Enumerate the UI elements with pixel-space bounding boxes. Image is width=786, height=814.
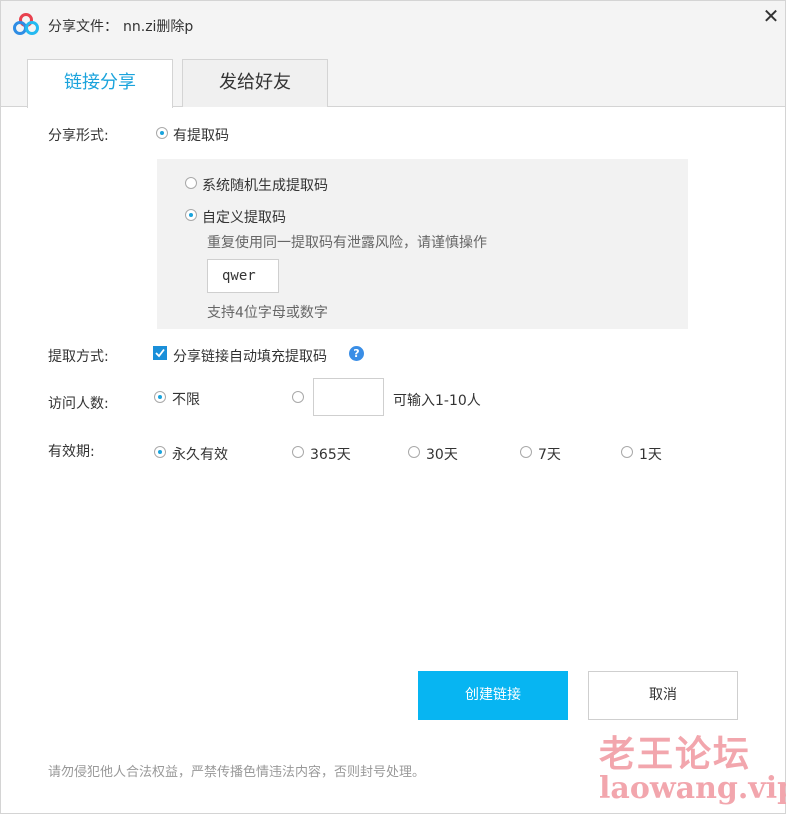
- radio-with-code[interactable]: [156, 127, 168, 139]
- radio-validity-1[interactable]: [621, 446, 633, 458]
- watermark-cn: 老王论坛: [599, 733, 752, 775]
- baidu-netdisk-logo-icon: [13, 13, 39, 35]
- share-form-label: 分享形式:: [48, 128, 109, 144]
- radio-validity-365[interactable]: [292, 446, 304, 458]
- radio-custom-code[interactable]: [185, 209, 197, 221]
- validity-7-label: 7天: [538, 447, 561, 463]
- radio-validity-7[interactable]: [520, 446, 532, 458]
- cancel-button[interactable]: 取消: [588, 671, 738, 720]
- radio-random-code[interactable]: [185, 177, 197, 189]
- radio-custom-code-label: 自定义提取码: [202, 210, 286, 226]
- watermark-en: laowang.vip: [599, 771, 786, 806]
- radio-unlimited[interactable]: [154, 391, 166, 403]
- create-link-button[interactable]: 创建链接: [418, 671, 568, 720]
- tab-bar: 链接分享 发给好友: [1, 47, 785, 108]
- radio-validity-30[interactable]: [408, 446, 420, 458]
- share-dialog: 分享文件： nn.zi删除p ✕ 链接分享 发给好友 分享形式: 有提取码 系统…: [0, 0, 786, 814]
- custom-code-hint: 支持4位字母或数字: [207, 305, 328, 321]
- custom-code-warning: 重复使用同一提取码有泄露风险，请谨慎操作: [207, 235, 487, 251]
- dialog-title-filename: nn.zi删除p: [123, 19, 194, 35]
- tab-link-share[interactable]: 链接分享: [27, 59, 173, 108]
- help-icon[interactable]: ?: [349, 346, 364, 361]
- close-icon: ✕: [762, 4, 780, 28]
- autofill-checkbox[interactable]: [153, 346, 167, 360]
- tab-send-to-friend[interactable]: 发给好友: [182, 59, 328, 107]
- close-button[interactable]: ✕: [761, 5, 781, 27]
- validity-1-label: 1天: [639, 447, 662, 463]
- validity-forever-label: 永久有效: [172, 447, 228, 463]
- extract-method-label: 提取方式:: [48, 349, 109, 365]
- title-bar: 分享文件： nn.zi删除p ✕: [1, 1, 785, 47]
- radio-limited[interactable]: [292, 391, 304, 403]
- visitor-count-input[interactable]: [313, 378, 384, 416]
- check-icon: [155, 348, 165, 358]
- radio-with-code-label: 有提取码: [173, 128, 229, 144]
- visitor-count-label: 访问人数:: [48, 396, 109, 412]
- validity-label: 有效期:: [48, 444, 95, 460]
- validity-365-label: 365天: [310, 447, 351, 463]
- validity-30-label: 30天: [426, 447, 458, 463]
- custom-code-input[interactable]: [207, 259, 279, 293]
- content-policy-notice: 请勿侵犯他人合法权益，严禁传播色情违法内容，否则封号处理。: [48, 765, 426, 780]
- autofill-label: 分享链接自动填充提取码: [173, 349, 327, 365]
- dialog-title-prefix: 分享文件：: [48, 19, 118, 35]
- radio-unlimited-label: 不限: [172, 392, 200, 408]
- radio-validity-forever[interactable]: [154, 446, 166, 458]
- radio-random-code-label: 系统随机生成提取码: [202, 178, 328, 194]
- visitor-count-hint: 可输入1-10人: [393, 393, 481, 409]
